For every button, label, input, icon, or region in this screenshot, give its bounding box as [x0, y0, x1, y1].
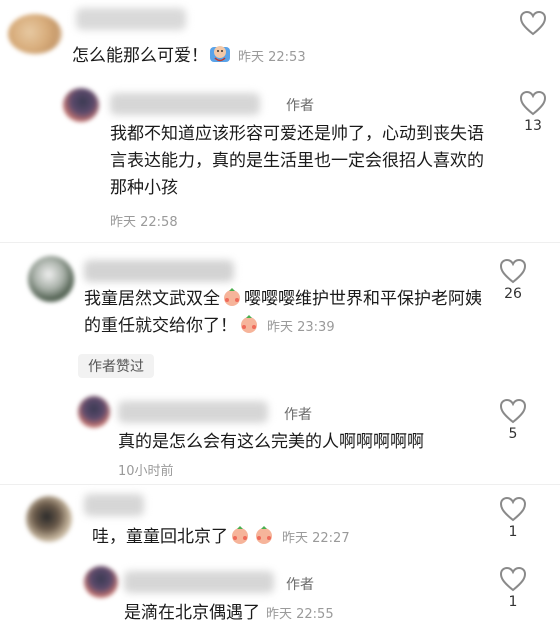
- like-count: 26: [504, 286, 522, 302]
- like-count: 1: [508, 524, 518, 540]
- comment-text: 我童居然文武双全: [84, 289, 220, 309]
- avatar[interactable]: [8, 14, 62, 54]
- author-tag: 作者: [286, 577, 314, 593]
- avatar[interactable]: [26, 496, 72, 542]
- avatar[interactable]: [63, 88, 99, 122]
- heart-icon: [499, 398, 527, 424]
- like-count: 1: [508, 594, 518, 610]
- like-button[interactable]: 13: [516, 90, 550, 134]
- like-button[interactable]: 1: [496, 496, 530, 540]
- heart-icon: [499, 258, 527, 284]
- username-blurred[interactable]: [84, 260, 234, 282]
- comment-time: 10小时前: [118, 464, 174, 479]
- comment-body[interactable]: 是滴在北京偶遇了 昨天 22:55: [124, 600, 504, 628]
- username-blurred[interactable]: [84, 494, 144, 516]
- divider: [0, 242, 560, 243]
- comment-time: 昨天 22:27: [282, 531, 350, 546]
- comment-text: 哇，童童回北京了: [92, 527, 228, 547]
- divider: [0, 484, 560, 485]
- like-button[interactable]: 26: [496, 258, 530, 302]
- blush-emoji-icon: [232, 526, 248, 544]
- like-button[interactable]: 1: [496, 566, 530, 610]
- comment-body[interactable]: 怎么能那么可爱！ 昨天 22:53: [72, 43, 492, 71]
- like-count: 5: [508, 426, 518, 442]
- author-liked-badge: 作者赞过: [78, 354, 154, 378]
- avatar[interactable]: [78, 396, 110, 428]
- like-button[interactable]: 5: [496, 398, 530, 442]
- blush-emoji-icon: [241, 315, 257, 333]
- heart-icon: [499, 566, 527, 592]
- comment-body[interactable]: 哇，童童回北京了 昨天 22:27: [92, 524, 492, 552]
- heart-icon: [499, 496, 527, 522]
- comment-text: 是滴在北京偶遇了: [124, 603, 260, 623]
- laughing-emoji-icon: [210, 46, 230, 62]
- username-blurred[interactable]: [118, 401, 268, 423]
- comment-time: 昨天 22:55: [266, 607, 334, 622]
- blush-emoji-icon: [256, 526, 272, 544]
- avatar[interactable]: [28, 256, 74, 302]
- like-button[interactable]: [516, 10, 550, 54]
- heart-icon: [519, 90, 547, 116]
- author-tag: 作者: [284, 407, 312, 423]
- like-count: [516, 38, 550, 54]
- comment-time: 昨天 22:58: [110, 215, 178, 230]
- like-count: 13: [524, 118, 542, 134]
- comment-body[interactable]: 我都不知道应该形容可爱还是帅了，心动到丧失语言表达能力，真的是生活里也一定会很招…: [110, 121, 495, 202]
- blush-emoji-icon: [224, 288, 240, 306]
- username-blurred[interactable]: [124, 571, 274, 593]
- author-tag: 作者: [286, 98, 314, 114]
- comment-body[interactable]: 真的是怎么会有这么完美的人啊啊啊啊啊: [118, 429, 498, 456]
- comment-time: 昨天 23:39: [267, 320, 335, 335]
- username-blurred[interactable]: [110, 93, 260, 115]
- heart-icon: [519, 10, 547, 36]
- username-blurred[interactable]: [76, 8, 186, 30]
- comment-time: 昨天 22:53: [238, 50, 306, 65]
- comment-text: 怎么能那么可爱！: [72, 46, 208, 66]
- comment-body[interactable]: 我童居然文武双全 嘤嘤嘤维护世界和平保护老阿姨的重任就交给你了！ 昨天 23:39: [84, 286, 489, 341]
- avatar[interactable]: [84, 566, 118, 598]
